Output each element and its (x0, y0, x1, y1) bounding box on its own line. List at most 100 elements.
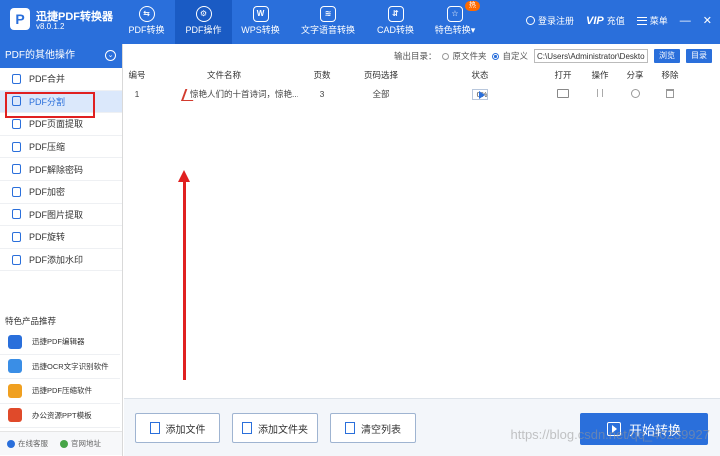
service-icon (7, 439, 15, 448)
recommend-item-ocr[interactable]: 迅捷OCR文字识别软件 (0, 355, 120, 379)
menu-button[interactable]: 菜单 (636, 14, 668, 27)
nav-text-speech[interactable]: ≋ 文字语音转换 (289, 0, 367, 44)
watermark-text: https://blog.csdn.net/qq_40239927 (510, 427, 711, 442)
recommend-item-pdf-editor[interactable]: 迅捷PDF编辑器 (0, 330, 120, 355)
nav-label: 文字语音转换 (300, 25, 355, 35)
share-button[interactable] (618, 88, 652, 100)
trash-icon (666, 88, 674, 98)
remove-button[interactable] (652, 88, 688, 100)
sidebar-item-encrypt[interactable]: PDF加密 (0, 181, 122, 204)
nav-pdf-convert[interactable]: ⇆ PDF转换 (118, 0, 175, 44)
vip-recharge-button[interactable]: VIP 充值 (586, 14, 625, 27)
service-label: 在线客服 (18, 439, 48, 448)
radio-custom-folder[interactable]: 自定义 (492, 50, 528, 62)
sidebar-item-rotate[interactable]: PDF旋转 (0, 226, 122, 249)
add-file-button[interactable]: 添加文件 (135, 413, 220, 443)
header-name: 文件名称 (206, 70, 241, 80)
nav-pdf-operation[interactable]: ⚙ PDF操作 (175, 0, 232, 44)
sidebar-item-label: PDF图片提取 (29, 209, 84, 220)
header-status: 状态 (471, 70, 489, 80)
sidebar-item-label: PDF解除密码 (29, 164, 84, 175)
recharge-label: 充值 (606, 16, 625, 26)
recommend-item-pdf-compress[interactable]: 迅捷PDF压缩软件 (0, 379, 120, 404)
compress-icon (12, 141, 21, 152)
watermark-icon (12, 254, 21, 265)
login-button[interactable]: 登录注册 (526, 14, 574, 27)
website-label: 官网地址 (71, 439, 101, 448)
split-icon (12, 96, 21, 107)
website-link[interactable]: 官网地址 (60, 438, 101, 449)
file-table: 编号 文件名称 页数 页码选择 状态 打开 操作 分享 移除 1 惊艳人们的十首… (124, 68, 714, 106)
ocr-icon (8, 359, 22, 374)
recommend-label: 办公资源PPT模板 (32, 410, 92, 420)
sidebar-item-merge[interactable]: PDF合并 (0, 68, 122, 91)
recommend-item-ppt-template[interactable]: 办公资源PPT模板 (0, 404, 120, 428)
clear-list-label: 清空列表 (361, 424, 401, 436)
login-label: 登录注册 (538, 16, 575, 26)
radio-original-folder[interactable]: 原文件夹 (442, 50, 486, 62)
sidebar-item-label: PDF分割 (29, 96, 66, 107)
sidebar-item-label: PDF添加水印 (29, 255, 84, 266)
folder-icon (557, 88, 569, 98)
sidebar-item-unlock[interactable]: PDF解除密码 (0, 158, 122, 181)
sidebar-item-image-extract[interactable]: PDF图片提取 (0, 204, 122, 227)
header-share: 分享 (626, 70, 644, 80)
sidebar-item-split[interactable]: PDF分割 (0, 90, 122, 118)
nav-label: CAD转换 (376, 25, 414, 35)
recommend-title: 特色产品推荐 (5, 316, 57, 326)
browse-button[interactable]: 浏览 (654, 49, 680, 63)
row-name-cell: 惊艳人们的十首诗词，惊艳... (150, 88, 298, 101)
sidebar-item-label: PDF加密 (29, 187, 66, 198)
nav-label-text: 特色转换 (434, 25, 471, 35)
nav-wps-convert[interactable]: W WPS转换 (232, 0, 289, 44)
nav-label: 特色转换▾ (424, 24, 486, 36)
play-icon[interactable] (479, 90, 486, 99)
progress-bar: 0% (471, 88, 489, 100)
star-icon: ☆ (447, 6, 463, 22)
sidebar-item-label: PDF旋转 (29, 232, 66, 243)
online-service-link[interactable]: 在线客服 (7, 438, 48, 449)
lock-icon (12, 186, 21, 197)
add-folder-button[interactable]: 添加文件夹 (232, 413, 318, 443)
sidebar-item-label: PDF压缩 (29, 142, 66, 153)
recommend-label: 迅捷PDF压缩软件 (32, 386, 92, 396)
sidebar-item-compress[interactable]: PDF压缩 (0, 136, 122, 159)
minimize-button[interactable]: — (680, 15, 691, 26)
sidebar-footer: 在线客服 官网地址 (0, 431, 122, 455)
header-pages: 页数 (313, 70, 331, 80)
clear-list-icon (345, 422, 355, 434)
nav-special-convert[interactable]: 热 ☆ 特色转换▾ (424, 0, 486, 44)
sidebar: PDF的其他操作 ⌄ PDF合并 PDF分割 PDF页面提取 PDF压缩 PDF… (0, 44, 123, 456)
open-directory-button[interactable]: 目录 (686, 49, 712, 63)
nav-label: WPS转换 (241, 25, 280, 35)
close-button[interactable]: ✕ (703, 15, 712, 26)
table-header: 编号 文件名称 页数 页码选择 状态 打开 操作 分享 移除 (124, 68, 714, 82)
pdf-editor-icon (8, 334, 22, 349)
cad-icon: ⇵ (387, 6, 404, 22)
recommend-label: 迅捷OCR文字识别软件 (32, 361, 109, 371)
share-icon (630, 88, 640, 98)
app-logo-icon: P (10, 8, 30, 30)
rotate-icon (12, 231, 21, 242)
nav-label: PDF操作 (185, 25, 222, 35)
sidebar-item-label: PDF合并 (29, 74, 66, 85)
radio-label: 原文件夹 (452, 51, 487, 61)
nav-label: PDF转换 (128, 25, 165, 35)
nav-cad-convert[interactable]: ⇵ CAD转换 (367, 0, 424, 44)
sidebar-item-page-extract[interactable]: PDF页面提取 (0, 113, 122, 136)
annotation-arrow (178, 170, 190, 380)
table-row[interactable]: 1 惊艳人们的十首诗词，惊艳... 3 全部 0% (124, 82, 714, 106)
sidebar-header: PDF的其他操作 ⌄ (0, 44, 122, 68)
vip-label: VIP (586, 14, 604, 27)
title-bar: P 迅捷PDF转换器 v8.0.1.2 ⇆ PDF转换 ⚙ PDF操作 W WP… (0, 0, 720, 44)
pause-button[interactable] (582, 89, 618, 99)
clear-list-button[interactable]: 清空列表 (330, 413, 416, 443)
open-folder-button[interactable] (544, 88, 582, 100)
menu-icon (636, 16, 647, 25)
sidebar-item-watermark[interactable]: PDF添加水印 (0, 249, 122, 272)
collapse-icon[interactable]: ⌄ (105, 50, 116, 61)
page-range-select[interactable]: 全部 (346, 88, 416, 100)
menu-label: 菜单 (649, 16, 668, 26)
output-path-input[interactable] (534, 49, 648, 63)
row-pages: 3 (319, 89, 325, 99)
